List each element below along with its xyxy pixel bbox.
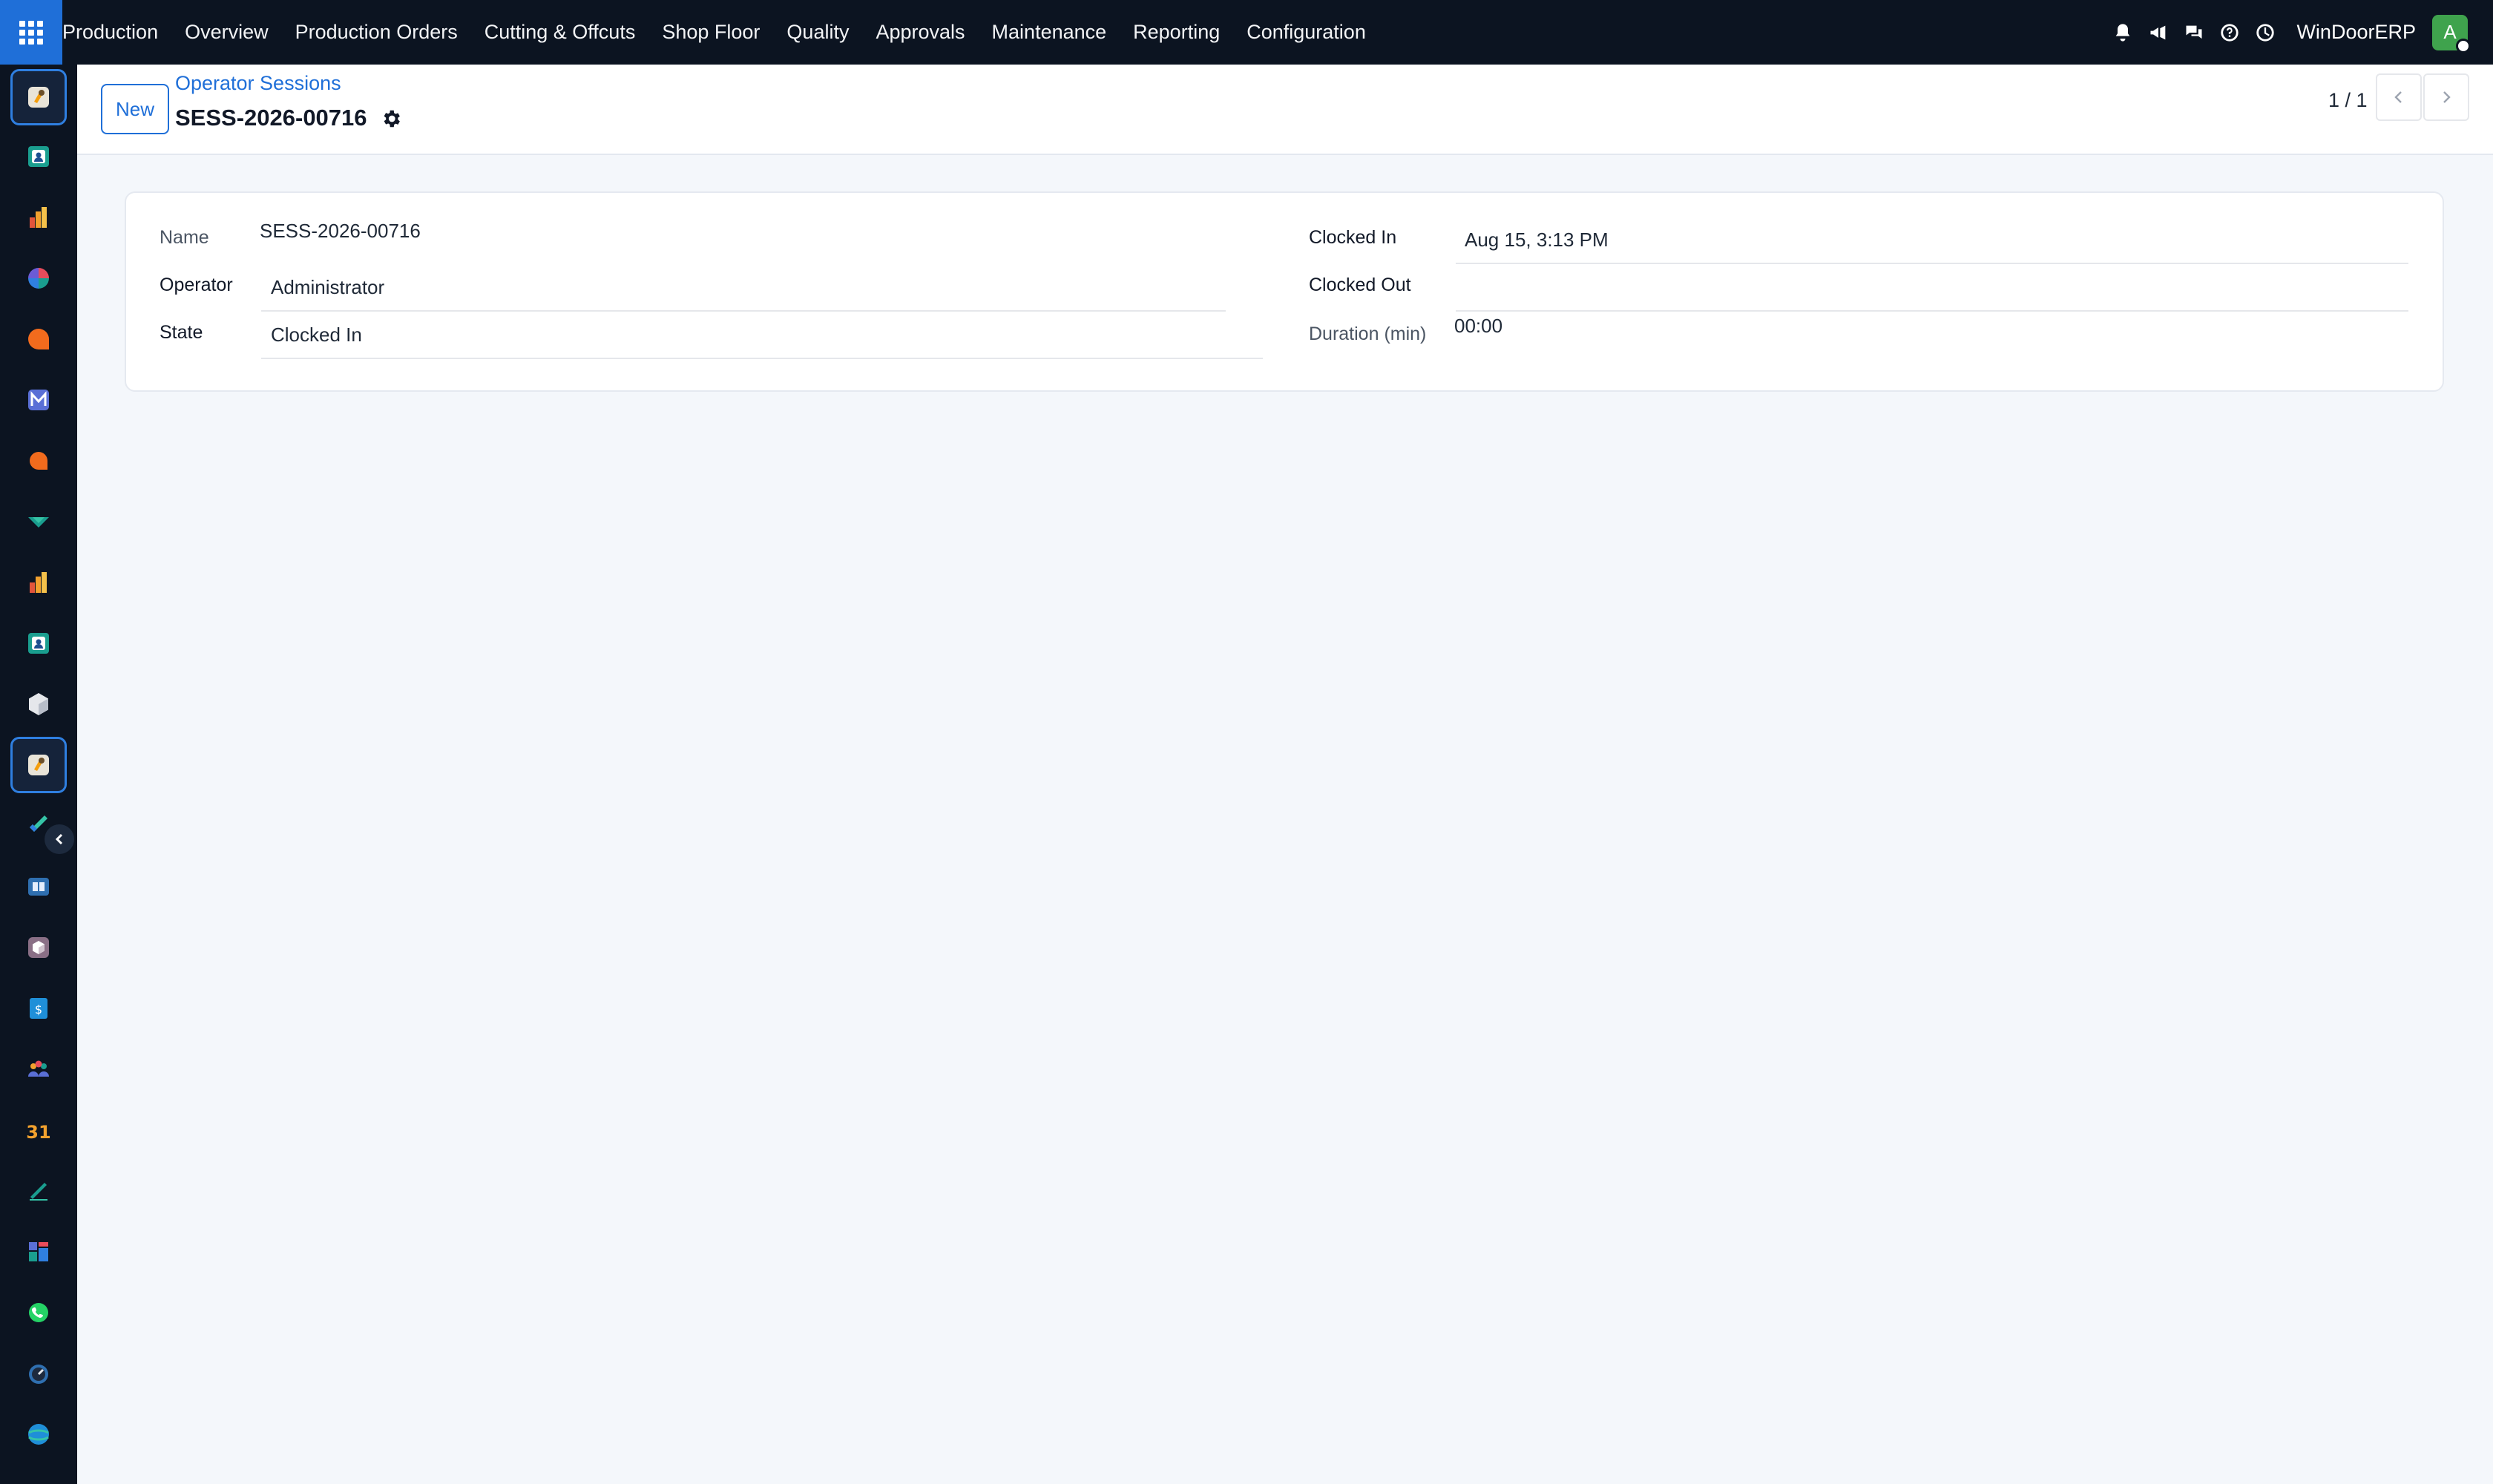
sign-app-icon[interactable]	[10, 1163, 67, 1219]
team-app-icon[interactable]	[10, 1041, 67, 1097]
grid-icon	[19, 20, 43, 45]
operator-field-underline	[261, 310, 1226, 312]
status-dot	[2456, 38, 2471, 53]
gear-icon[interactable]	[380, 108, 402, 130]
duration-label: Duration (min)	[1309, 324, 1427, 344]
avatar-initial: A	[2443, 21, 2457, 43]
clocked-in-field[interactable]: Aug 15, 3:13 PM	[1465, 229, 1609, 252]
pager-previous-button[interactable]	[2376, 73, 2422, 121]
project-app-icon[interactable]	[10, 493, 67, 550]
email-app-icon[interactable]	[10, 372, 67, 428]
systray: WinDoorERP A	[2105, 0, 2493, 65]
name-value: SESS-2026-00716	[260, 220, 421, 242]
product-app-icon[interactable]	[10, 919, 67, 976]
inventory-app-icon[interactable]	[10, 676, 67, 732]
menu-reporting[interactable]: Reporting	[1120, 0, 1233, 65]
clock-icon[interactable]	[2247, 15, 2283, 50]
menu-approvals[interactable]: Approvals	[862, 0, 978, 65]
chevron-left-icon	[2394, 91, 2402, 103]
spreadsheet-app-icon[interactable]	[10, 1224, 67, 1280]
menu-maintenance[interactable]: Maintenance	[979, 0, 1120, 65]
employees-app-icon[interactable]	[10, 615, 67, 672]
chat-icon[interactable]	[2176, 15, 2212, 50]
main-menu: Production Overview Production Orders Cu…	[62, 0, 1379, 65]
menu-production-orders[interactable]: Production Orders	[282, 0, 471, 65]
pager-next-button[interactable]	[2423, 73, 2469, 121]
clocked-out-label: Clocked Out	[1309, 275, 1411, 295]
clocked-out-field-underline	[1456, 310, 2408, 312]
chevron-left-icon	[55, 833, 63, 845]
svg-text:$: $	[35, 1002, 42, 1017]
clocked-in-label: Clocked In	[1309, 227, 1397, 248]
menu-cutting-offcuts[interactable]: Cutting & Offcuts	[471, 0, 649, 65]
form-sheet: Name SESS-2026-00716 Operator Administra…	[125, 191, 2444, 392]
analytics-app-icon[interactable]	[10, 554, 67, 611]
whatsapp-app-icon[interactable]	[10, 1284, 67, 1341]
top-navbar: Production Overview Production Orders Cu…	[0, 0, 2493, 65]
app-switcher-button[interactable]	[0, 0, 62, 65]
control-panel: New Operator Sessions SESS-2026-00716 1 …	[77, 65, 2493, 155]
livechat-app-icon[interactable]	[10, 433, 67, 489]
menu-configuration[interactable]: Configuration	[1233, 0, 1379, 65]
state-label: State	[160, 322, 203, 343]
app-sidebar: $ 31	[0, 65, 77, 1484]
invoicing-app-icon[interactable]: $	[10, 980, 67, 1037]
user-avatar[interactable]: A	[2432, 14, 2471, 53]
calendar-app-icon[interactable]: 31	[10, 1102, 67, 1158]
megaphone-icon[interactable]	[2141, 15, 2176, 50]
pager-value[interactable]: 1 / 1	[2328, 84, 2368, 116]
operator-label: Operator	[160, 275, 233, 295]
menu-brand-production[interactable]: Production	[62, 0, 171, 65]
timer-app-icon[interactable]	[10, 1345, 67, 1402]
bell-icon[interactable]	[2105, 15, 2141, 50]
menu-overview[interactable]: Overview	[171, 0, 282, 65]
breadcrumb-operator-sessions[interactable]: Operator Sessions	[175, 72, 341, 95]
production-app-active-icon[interactable]	[10, 737, 67, 793]
state-field[interactable]: Clocked In	[271, 324, 362, 347]
menu-shop-floor[interactable]: Shop Floor	[648, 0, 773, 65]
reporting-app-icon[interactable]	[10, 189, 67, 246]
production-app-icon[interactable]	[10, 69, 67, 125]
website-app-icon[interactable]	[10, 1406, 67, 1462]
help-icon[interactable]	[2212, 15, 2247, 50]
duration-value: 00:00	[1454, 315, 1503, 337]
knowledge-app-icon[interactable]	[10, 858, 67, 915]
contacts-app-icon[interactable]	[10, 128, 67, 185]
menu-quality[interactable]: Quality	[773, 0, 862, 65]
dashboard-app-icon[interactable]	[10, 250, 67, 306]
state-field-underline	[261, 358, 1263, 359]
record-title: SESS-2026-00716	[175, 105, 367, 131]
chevron-right-icon	[2443, 91, 2451, 103]
operator-field[interactable]: Administrator	[271, 276, 384, 299]
new-button[interactable]: New	[101, 84, 169, 134]
clocked-in-field-underline	[1456, 263, 2408, 264]
name-label: Name	[160, 227, 209, 248]
collapse-sidebar-button[interactable]	[45, 824, 74, 854]
company-name[interactable]: WinDoorERP	[2296, 21, 2416, 44]
svg-text:31: 31	[26, 1122, 50, 1143]
discuss-app-icon[interactable]	[10, 311, 67, 367]
